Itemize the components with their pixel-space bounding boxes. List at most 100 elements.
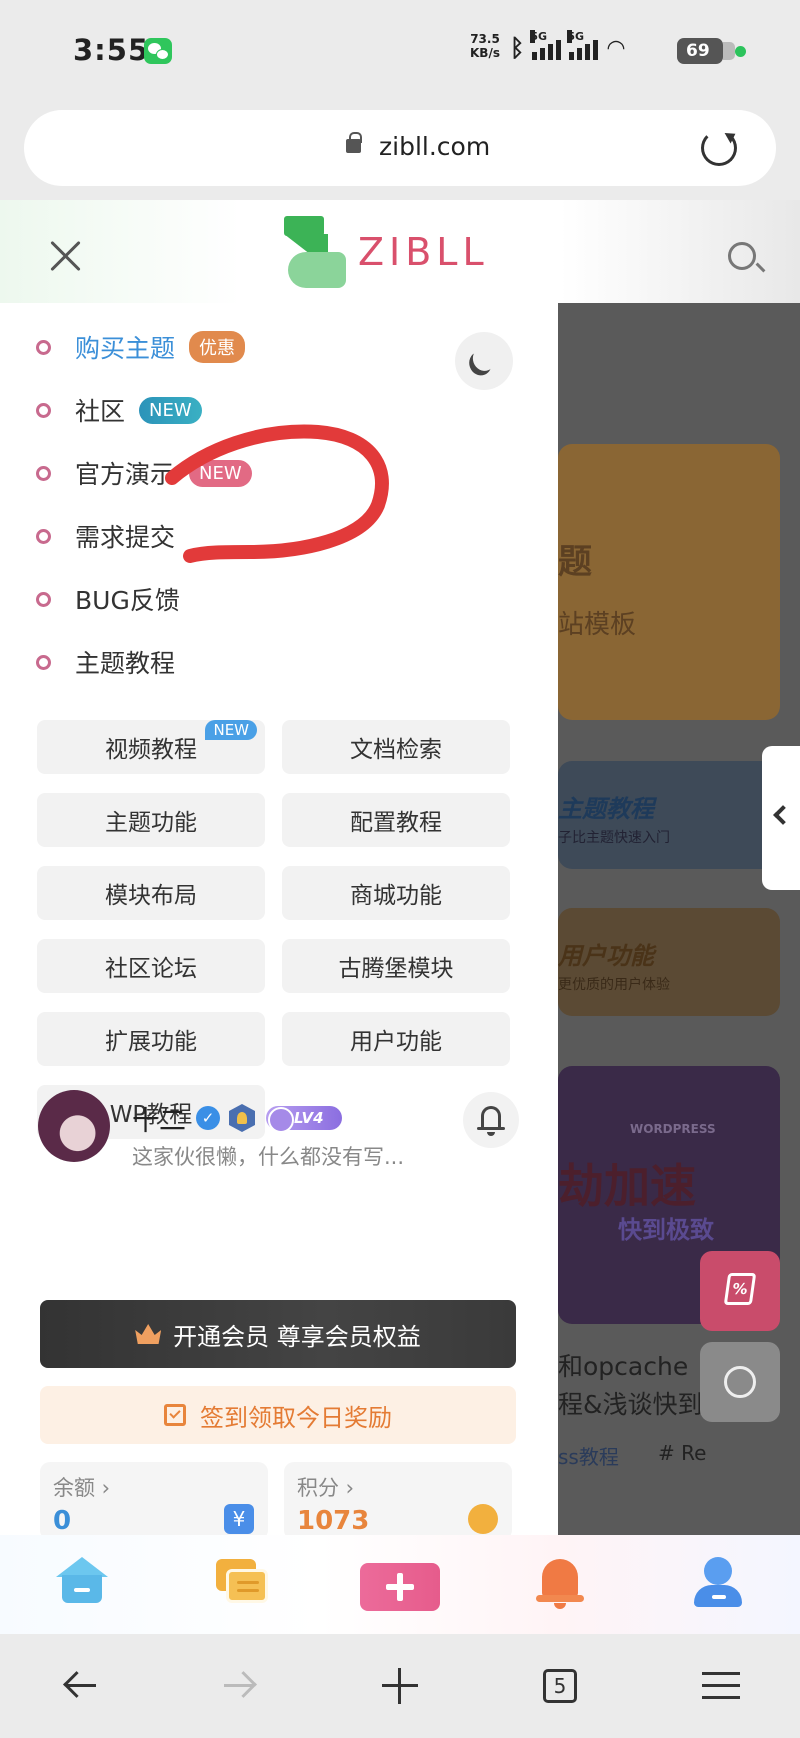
background-card[interactable]: 主题教程 子比主题快速入门 — [558, 761, 780, 869]
bell-icon — [481, 1106, 501, 1128]
card-title: 用户功能 — [558, 942, 654, 970]
network-speed: 73.5 KB/s — [470, 32, 500, 60]
logo-text: ZIBLL — [358, 230, 489, 274]
browser-nav-bar: 5 — [0, 1634, 800, 1738]
card-title: 题 — [558, 542, 592, 582]
signal-sim1-icon: 5G — [530, 30, 562, 60]
card-title: 劫加速 — [558, 1159, 696, 1213]
site-logo[interactable]: ZIBLL — [284, 214, 489, 290]
tabs-count-button[interactable]: 5 — [543, 1669, 577, 1703]
article-tag[interactable]: # Re — [658, 1441, 706, 1465]
back-arrow-icon[interactable] — [64, 1674, 98, 1698]
article-tag[interactable]: ss教程 — [558, 1441, 619, 1470]
signal-sim2-icon: 5G — [567, 30, 599, 60]
new-tab-plus-icon[interactable] — [382, 1668, 418, 1704]
coupon-button[interactable]: % — [700, 1251, 780, 1331]
submenu-label: 用户功能 — [350, 1029, 442, 1055]
discount-badge: 优惠 — [189, 331, 246, 363]
level-badge: LV4 — [266, 1106, 342, 1133]
charging-dot-icon — [735, 46, 746, 57]
submenu-label: 古腾堡模块 — [338, 956, 454, 982]
checkin-button-label: 签到领取今日奖励 — [200, 1403, 392, 1432]
card-subtitle: 更优质的用户体验 — [558, 977, 670, 993]
menu-item-bug-report[interactable]: BUG反馈 — [36, 579, 180, 619]
submenu-shop-features[interactable]: 商城功能 — [282, 866, 510, 920]
submenu-doc-search[interactable]: 文档检索 — [282, 720, 510, 774]
status-icons: ᛒ 5G 5G ◠ — [510, 30, 626, 62]
logo-mark-icon — [284, 216, 348, 288]
points-card[interactable]: 积分 › 1073 — [284, 1462, 512, 1535]
sim1-label: 5G — [530, 30, 548, 43]
notification-button[interactable] — [463, 1092, 519, 1148]
menu-item-label: BUG反馈 — [75, 586, 180, 615]
menu-item-label: 购买主题 — [75, 334, 176, 363]
battery-indicator: 69 — [677, 38, 735, 64]
background-card[interactable]: 题 站模板 — [558, 444, 780, 720]
menu-item-label: 官方演示 — [75, 460, 176, 489]
submenu-label: 社区论坛 — [105, 956, 197, 982]
contact-button[interactable] — [700, 1342, 780, 1422]
submenu-module-layout[interactable]: 模块布局 — [37, 866, 265, 920]
user-bio: 这家伙很懒，什么都没有写... — [132, 1145, 405, 1169]
bullet-icon — [36, 654, 51, 670]
user-tab[interactable] — [686, 1555, 750, 1611]
menu-item-buy-theme[interactable]: 购买主题 优惠 — [36, 327, 246, 367]
background-card[interactable]: 用户功能 更优质的用户体验 — [558, 908, 780, 1016]
new-badge: NEW — [189, 459, 252, 487]
submenu-extensions[interactable]: 扩展功能 — [37, 1012, 265, 1066]
menu-item-label: 需求提交 — [75, 523, 176, 552]
home-tab[interactable] — [50, 1555, 114, 1611]
forward-arrow-icon[interactable] — [222, 1674, 256, 1698]
wechat-notification-icon — [144, 38, 172, 64]
status-bar: 3:55 73.5 KB/s ᛒ 5G 5G ◠ 69 — [0, 0, 800, 100]
search-icon[interactable] — [728, 242, 756, 270]
submenu-video-tutorials[interactable]: 视频教程 NEW — [37, 720, 265, 774]
side-panel-handle[interactable] — [762, 746, 800, 890]
create-post-button[interactable] — [360, 1563, 440, 1611]
submenu-user-features[interactable]: 用户功能 — [282, 1012, 510, 1066]
submenu-label: 视频教程 — [105, 737, 197, 763]
submenu-label: 文档检索 — [350, 737, 442, 763]
avatar[interactable] — [38, 1090, 110, 1162]
new-badge: NEW — [139, 396, 202, 424]
card-subtitle: 子比主题快速入门 — [558, 830, 670, 846]
coupon-icon: % — [723, 1273, 757, 1305]
card-subtitle: 站模板 — [558, 610, 637, 640]
points-label: 积分 › — [297, 1476, 355, 1500]
bullet-icon — [36, 465, 51, 481]
sim2-label: 5G — [567, 30, 585, 43]
verified-icon: ✓ — [196, 1106, 220, 1130]
submenu-gutenberg-blocks[interactable]: 古腾堡模块 — [282, 939, 510, 993]
vip-button[interactable]: 开通会员 尊享会员权益 — [40, 1300, 516, 1368]
article-title[interactable]: 和opcache 程&浅谈快到 — [558, 1348, 703, 1424]
balance-card[interactable]: 余额 › 0 ¥ — [40, 1462, 268, 1535]
menu-item-tutorials[interactable]: 主题教程 — [36, 642, 175, 682]
dark-mode-toggle[interactable] — [455, 332, 513, 390]
submenu-theme-features[interactable]: 主题功能 — [37, 793, 265, 847]
menu-item-community[interactable]: 社区 NEW — [36, 390, 202, 430]
reload-icon[interactable] — [701, 130, 737, 166]
network-speed-unit: KB/s — [470, 46, 500, 60]
forum-tab[interactable] — [210, 1555, 274, 1611]
menu-item-label: 主题教程 — [75, 649, 176, 678]
submenu-community-forum[interactable]: 社区论坛 — [37, 939, 265, 993]
checkin-button[interactable]: 签到领取今日奖励 — [40, 1386, 516, 1444]
menu-item-official-demo[interactable]: 官方演示 NEW — [36, 453, 252, 493]
close-icon[interactable] — [48, 238, 84, 274]
submenu-config-tutorials[interactable]: 配置教程 — [282, 793, 510, 847]
lock-icon — [346, 132, 362, 153]
chat-icon — [724, 1366, 756, 1398]
balance-label: 余额 › — [53, 1476, 111, 1500]
calendar-check-icon — [164, 1404, 186, 1426]
url-text[interactable]: zibll.com — [379, 132, 490, 161]
notifications-tab[interactable] — [528, 1555, 592, 1611]
menu-hamburger-icon[interactable] — [702, 1672, 740, 1700]
user-name[interactable]: 十二 — [132, 1099, 186, 1138]
menu-item-request[interactable]: 需求提交 — [36, 516, 175, 556]
coins-icon — [468, 1504, 498, 1534]
submenu-label: 配置教程 — [350, 810, 442, 836]
card-subtitle: 快到极致 — [618, 1216, 714, 1244]
crown-icon — [135, 1324, 162, 1344]
address-bar[interactable]: zibll.com — [24, 110, 776, 186]
card-title: 主题教程 — [558, 795, 654, 823]
